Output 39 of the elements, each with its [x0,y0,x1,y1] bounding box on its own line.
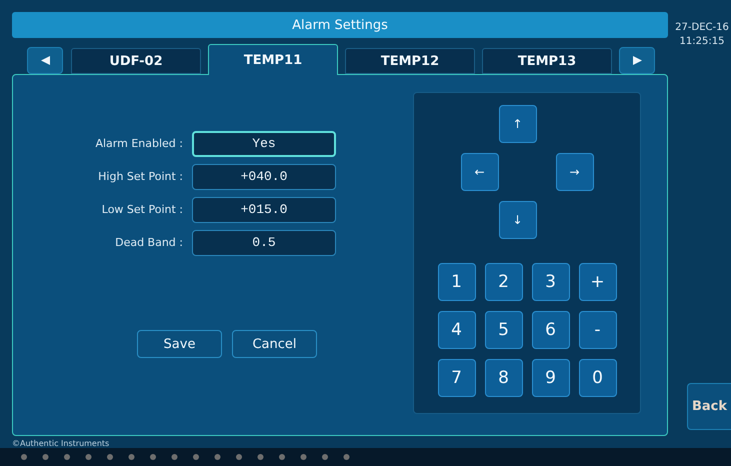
field-label: Dead Band : [114,236,184,249]
cancel-button[interactable]: Cancel [232,330,317,358]
tab[interactable]: TEMP12 [345,48,475,74]
keypad-key[interactable]: + [578,263,616,301]
keypad-key[interactable]: 5 [484,311,522,349]
date-text: 27-DEC-16 [674,21,730,35]
keypad-key[interactable]: - [578,311,616,349]
field-label: High Set Point : [97,170,184,183]
down-key[interactable]: ↓ [498,201,536,239]
input-field[interactable]: +040.0 [192,164,336,190]
tab[interactable]: TEMP11 [208,44,338,75]
keypad-key[interactable]: 3 [532,263,570,301]
time-text: 11:25:15 [678,35,726,49]
right-key[interactable]: → [556,153,594,191]
keypad-key[interactable]: 0 [578,359,616,397]
keypad-key[interactable]: 6 [532,311,570,349]
up-key[interactable]: ↑ [498,105,536,143]
right-triangle-icon [632,55,642,66]
input-field[interactable]: Yes [192,130,336,156]
back-button[interactable]: Back [687,383,731,430]
input-field[interactable]: +015.0 [192,196,336,222]
field-label: Low Set Point : [100,203,184,216]
input-field[interactable]: 0.5 [192,230,336,256]
previous-tab-button[interactable] [27,47,63,74]
left-key[interactable]: ← [460,153,498,191]
keypad-key[interactable]: 7 [438,359,476,397]
keypad-key[interactable]: 9 [532,359,570,397]
save-button[interactable]: Save [137,330,222,358]
tab[interactable]: TEMP13 [482,48,612,74]
copyright-text: ©Authentic Instruments [12,438,110,448]
keypad-key[interactable]: 2 [484,263,522,301]
keypad-key[interactable]: 1 [438,263,476,301]
next-tab-button[interactable] [619,47,655,74]
keypad-key[interactable]: 4 [438,311,476,349]
window-title: Alarm Settings [12,12,668,38]
keypad-key[interactable]: 8 [484,359,522,397]
tab[interactable]: UDF-02 [71,48,201,74]
field-label: Alarm Enabled : [94,137,184,150]
left-triangle-icon [40,55,50,66]
